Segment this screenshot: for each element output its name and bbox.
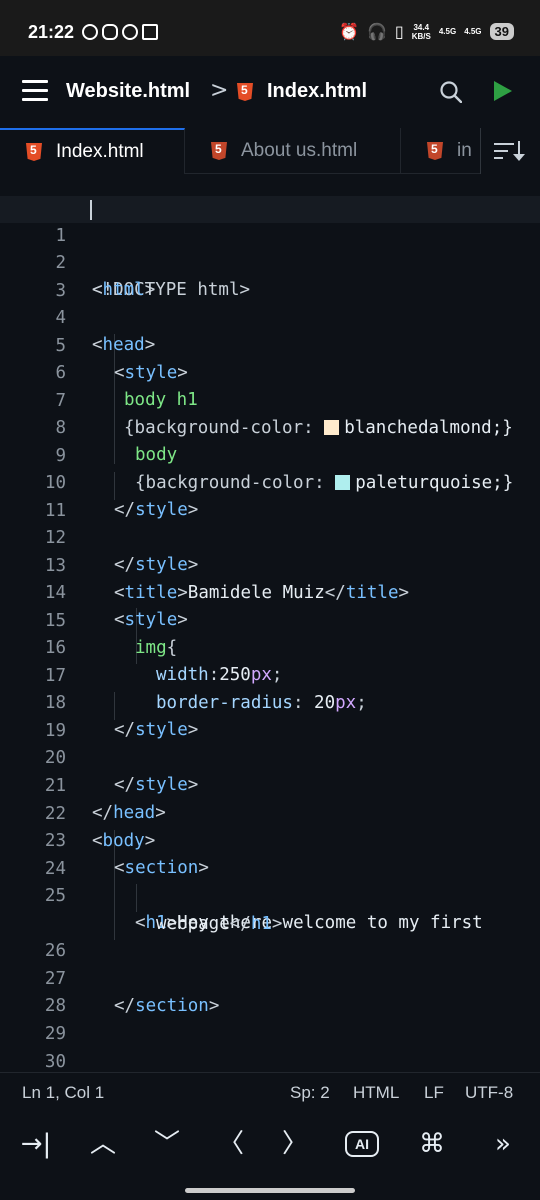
editor-status-line: Ln 1, Col 1 Sp: 2 HTML LF UTF-8	[0, 1072, 540, 1112]
code-line: 24	[44, 859, 66, 879]
system-indicators: ⏰ 🎧 ▯ 34.4 KB/S 4.5G 4.5G 39	[339, 22, 514, 41]
arrow-left-icon[interactable]: 〈	[213, 1126, 249, 1162]
breadcrumb-chevron-icon: >	[210, 78, 229, 103]
arrow-right-icon[interactable]: 〉	[277, 1126, 313, 1162]
code-line: 18 </style>	[44, 693, 199, 740]
more-keys-icon[interactable]: »	[485, 1126, 521, 1162]
code-line: 4 <head>	[55, 308, 156, 355]
code-line: 3	[55, 281, 66, 301]
code-line: 9 {background-color: paleturquoise;}	[55, 446, 514, 493]
html5-icon	[237, 83, 253, 101]
alarm-icon: ⏰	[339, 22, 359, 41]
code-editor[interactable]: 1 <!DOCTYPE html> 2 <html> 3 4 <head> 5 …	[0, 190, 540, 1070]
play-store-icon	[142, 24, 158, 40]
code-line: 27 </section>	[44, 969, 220, 1016]
notification-icons	[82, 24, 158, 40]
html5-icon	[211, 142, 227, 160]
sort-tabs-icon[interactable]	[480, 128, 540, 174]
breadcrumb-project[interactable]: Website.html	[66, 80, 190, 103]
arrow-down-icon[interactable]: ﹀	[149, 1126, 185, 1162]
code-line: 17 border-radius: 20px;	[44, 666, 367, 713]
tab-label: in	[457, 140, 472, 161]
ai-assistant-button[interactable]: AI	[345, 1131, 379, 1157]
language-mode[interactable]: HTML	[353, 1083, 399, 1103]
code-line: 15 img{	[44, 611, 178, 658]
code-line: 10 </style>	[44, 473, 199, 520]
facebook-icon	[122, 24, 138, 40]
whatsapp-icon	[82, 24, 98, 40]
system-status-bar: 21:22 ⏰ 🎧 ▯ 34.4 KB/S 4.5G 4.5G 39	[0, 0, 540, 56]
tab-label: Index.html	[56, 141, 144, 162]
html5-icon	[26, 143, 42, 161]
network-speed: 34.4 KB/S	[411, 22, 431, 41]
code-line: 12 </style>	[44, 528, 199, 575]
signal-2: 4.5G	[464, 27, 482, 36]
code-line: 28	[44, 996, 66, 1016]
tab-index[interactable]: Index.html	[0, 128, 185, 174]
code-line: 30	[44, 1052, 66, 1070]
home-indicator[interactable]	[185, 1188, 355, 1193]
code-line: 6 body h1	[55, 363, 198, 410]
html5-icon	[427, 142, 443, 160]
tab-partial[interactable]: in	[401, 128, 481, 174]
code-line: 22 <body>	[44, 804, 156, 851]
code-line: 31 <b>	[0, 1050, 540, 1070]
signal-1: 4.5G	[438, 27, 457, 36]
cursor-position[interactable]: Ln 1, Col 1	[22, 1083, 104, 1103]
code-line: 2 <html>	[55, 253, 156, 300]
search-icon[interactable]	[440, 81, 462, 103]
tab-about-us[interactable]: About us.html	[185, 128, 401, 174]
headphones-icon: 🎧	[366, 22, 387, 41]
code-line: 25 <h1>Hey there welcome to my first	[44, 886, 483, 933]
code-line: 21 </head>	[44, 776, 166, 823]
indent-setting[interactable]: Sp: 2	[290, 1083, 330, 1103]
code-line: 23 <section>	[44, 831, 209, 878]
clock: 21:22	[28, 22, 75, 42]
code-line: 29	[44, 1024, 66, 1044]
line-ending[interactable]: LF	[424, 1083, 444, 1103]
arrow-up-icon[interactable]: ︿	[85, 1126, 121, 1162]
code-line: 8 body	[55, 418, 178, 465]
code-line: 7 {background-color: blanchedalmond;}	[55, 391, 513, 438]
code-line-wrapped: webpage</h1>	[156, 914, 283, 934]
tab-label: About us.html	[241, 140, 358, 161]
battery-indicator: 39	[489, 23, 514, 40]
code-line: 5 <style>	[55, 336, 188, 383]
code-line: 14 <style>	[44, 583, 188, 630]
code-line: 1 <!DOCTYPE html>	[0, 196, 540, 300]
bottom-toolbar: →| ︿ ﹀ 〈 〉 AI ⌘ »	[0, 1112, 540, 1176]
text-cursor	[90, 200, 92, 220]
run-icon[interactable]	[494, 81, 512, 101]
breadcrumb-file[interactable]: Index.html	[267, 80, 367, 103]
code-line: 19	[44, 721, 66, 741]
command-icon[interactable]: ⌘	[414, 1126, 450, 1162]
code-line: 26	[44, 941, 66, 961]
code-line: 20 </style>	[44, 748, 199, 795]
tab-key-icon[interactable]: →|	[18, 1126, 54, 1162]
vibrate-icon: ▯	[394, 22, 404, 41]
code-line: 13 <title>Bamidele Muiz</title>	[44, 556, 410, 603]
file-tabs: Index.html About us.html in	[0, 128, 540, 174]
menu-icon[interactable]	[22, 80, 48, 102]
app-header: Website.html > Index.html	[0, 56, 540, 128]
code-line: 11	[44, 501, 66, 521]
encoding[interactable]: UTF-8	[465, 1083, 513, 1103]
snapchat-icon	[102, 24, 118, 40]
code-line: 16 width:250px;	[44, 638, 283, 685]
